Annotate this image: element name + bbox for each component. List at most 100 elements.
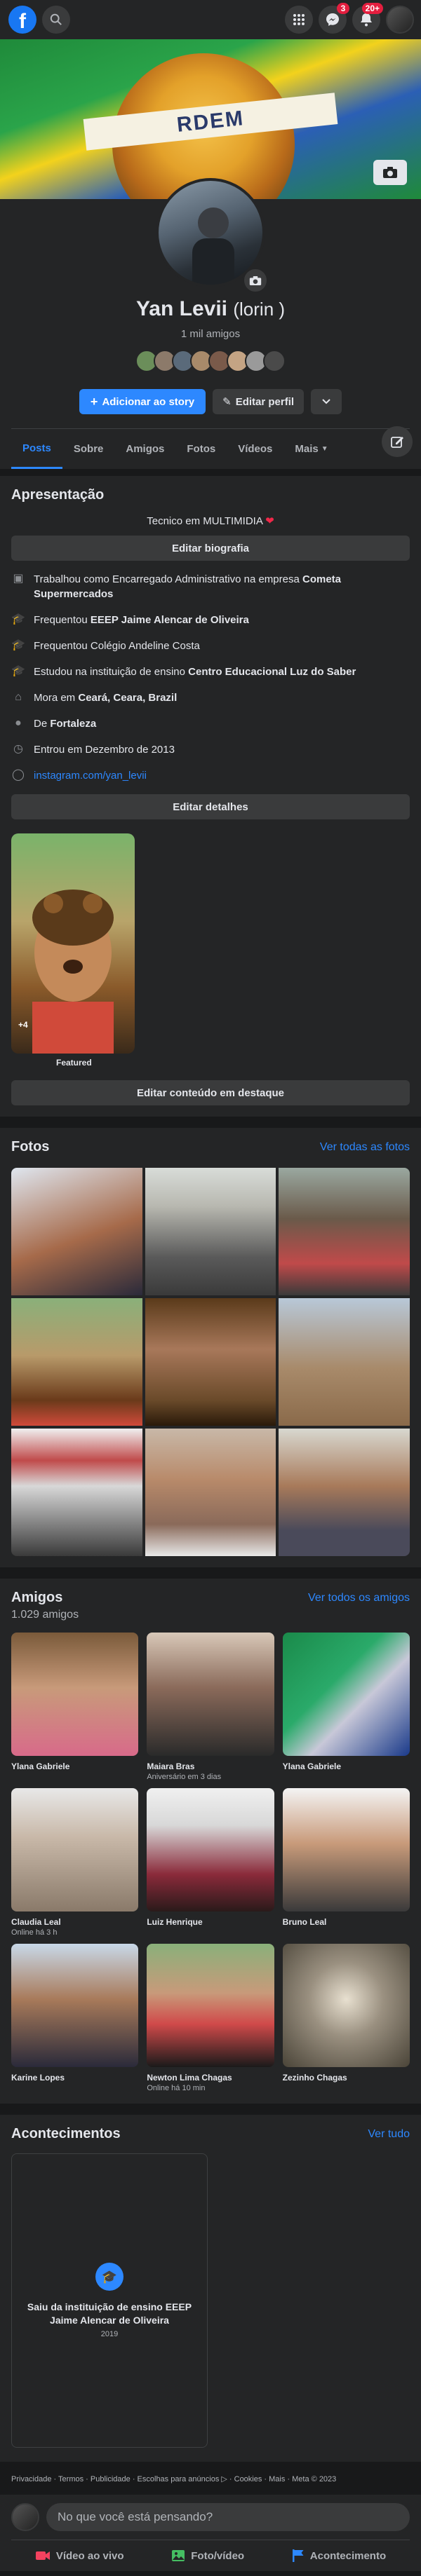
friends-count[interactable]: 1 mil amigos	[0, 328, 421, 340]
search-button[interactable]	[42, 6, 70, 34]
featured-label: Featured	[56, 1058, 92, 1068]
photo-video-button[interactable]: Foto/vídeo	[171, 2549, 244, 2563]
composer-input[interactable]: No que você está pensando?	[46, 2503, 410, 2531]
notifications-button[interactable]: 20+	[352, 3, 383, 34]
life-event-title: Saiu da instituição de ensino EEEP Jaime…	[27, 2301, 192, 2326]
info-education-3: 🎓 Estudou na instituição de ensino Centr…	[11, 665, 410, 679]
intro-card: Apresentação Tecnico em MULTIMIDIA ❤ Edi…	[0, 476, 421, 1117]
graduation-cap-icon: 🎓	[11, 665, 25, 677]
info-from: ● De Fortaleza	[11, 716, 410, 731]
edit-profile-button[interactable]: ✎ Editar perfil	[213, 389, 305, 414]
photo-thumbnail[interactable]	[11, 1429, 142, 1556]
friend-name: Karine Lopes	[11, 2073, 65, 2083]
friend-avatar-stack[interactable]	[0, 350, 421, 372]
photo-thumbnail[interactable]	[279, 1429, 410, 1556]
friends-header: Amigos Ver todos os amigos	[11, 1590, 410, 1606]
see-all-friends-link[interactable]: Ver todos os amigos	[308, 1592, 410, 1604]
clock-icon: ◷	[13, 743, 23, 755]
profile-header: RDEM Yan Levii (lorin ) 1 mil amigos + A…	[0, 39, 421, 469]
info-instagram: ◯ instagram.com/yan_levii	[11, 768, 410, 783]
photo-thumbnail[interactable]	[11, 1168, 142, 1295]
edit-profile-picture-button[interactable]	[243, 268, 268, 293]
photo-thumbnail[interactable]	[279, 1168, 410, 1295]
tab-posts[interactable]: Posts	[11, 429, 62, 469]
photo-thumbnail[interactable]	[145, 1168, 276, 1295]
friend-card[interactable]: Bruno Leal	[282, 1788, 410, 1937]
info-education-2: 🎓 Frequentou Colégio Andeline Costa	[11, 639, 410, 653]
menu-button[interactable]	[285, 6, 313, 34]
more-options-button[interactable]	[311, 389, 342, 414]
caret-down-icon: ▼	[321, 445, 328, 453]
instagram-link[interactable]: instagram.com/yan_levii	[34, 768, 147, 783]
live-video-button[interactable]: Vídeo ao vivo	[35, 2549, 124, 2563]
friend-card[interactable]: Karine Lopes	[11, 1944, 139, 2092]
profile-name: Yan Levii (lorin )	[0, 297, 421, 321]
composer-actions: Vídeo ao vivo Foto/vídeo Acontecimento	[11, 2540, 410, 2563]
info-text: Trabalhou como Encarregado Administrativ…	[34, 573, 341, 600]
composer-avatar[interactable]	[11, 2503, 39, 2531]
photo-icon	[172, 2550, 185, 2561]
info-text: Entrou em Dezembro de 2013	[34, 744, 175, 756]
friends-card: Amigos Ver todos os amigos 1.029 amigos …	[0, 1579, 421, 2104]
life-event-button[interactable]: Acontecimento	[292, 2549, 386, 2563]
bell-icon	[361, 13, 372, 27]
friend-name: Claudia Leal	[11, 1917, 61, 1927]
graduation-cap-icon: 🎓	[11, 613, 25, 625]
tab-friends[interactable]: Amigos	[114, 429, 175, 469]
messenger-icon	[326, 13, 339, 26]
add-to-story-button[interactable]: + Adicionar ao story	[79, 389, 206, 414]
add-to-story-label: Adicionar ao story	[102, 395, 195, 408]
photos-header: Fotos Ver todas as fotos	[11, 1139, 410, 1155]
info-lives-in: ⌂ Mora em Ceará, Ceara, Brazil	[11, 690, 410, 705]
friend-card[interactable]: Newton Lima Chagas Online há 10 min	[147, 1944, 274, 2092]
friend-name: Luiz Henrique	[147, 1917, 203, 1927]
facebook-logo[interactable]: f	[8, 6, 36, 34]
tab-photos[interactable]: Fotos	[175, 429, 227, 469]
footer-links[interactable]: Privacidade · Termos · Publicidade · Esc…	[0, 2462, 421, 2490]
life-event-year: 2019	[100, 2330, 119, 2338]
edit-featured-button[interactable]: Editar conteúdo em destaque	[11, 1080, 410, 1105]
tab-more[interactable]: Mais ▼	[283, 429, 339, 469]
friend-card[interactable]: Zezinho Chagas	[282, 1944, 410, 2092]
friend-name: Newton Lima Chagas	[147, 2073, 232, 2083]
see-all-photos-link[interactable]: Ver todas as fotos	[320, 1141, 410, 1154]
compose-post-button[interactable]	[382, 426, 413, 457]
tab-about[interactable]: Sobre	[62, 429, 115, 469]
video-camera-icon	[35, 2551, 50, 2560]
friend-card[interactable]: Luiz Henrique	[147, 1788, 274, 1937]
friend-card[interactable]: Ylana Gabriele	[11, 1633, 139, 1781]
see-all-events-link[interactable]: Ver tudo	[368, 2128, 410, 2141]
friend-card[interactable]: Claudia Leal Online há 3 h	[11, 1788, 139, 1937]
friend-card[interactable]: Ylana Gabriele	[282, 1633, 410, 1781]
photo-thumbnail[interactable]	[145, 1298, 276, 1426]
life-event-label: Acontecimento	[309, 2549, 387, 2562]
edit-bio-button[interactable]: Editar biografia	[11, 536, 410, 561]
photo-thumbnail[interactable]	[11, 1298, 142, 1426]
friend-name: Maiara Bras	[147, 1761, 195, 1771]
photo-thumbnail[interactable]	[279, 1298, 410, 1426]
friend-photo	[11, 1944, 139, 2067]
life-event-card[interactable]: 🎓 Saiu da instituição de ensino EEEP Jai…	[11, 2153, 208, 2448]
friend-photo	[11, 1633, 139, 1756]
events-card: Acontecimentos Ver tudo 🎓 Saiu da instit…	[0, 2115, 421, 2462]
tab-videos[interactable]: Vídeos	[227, 429, 283, 469]
grid-menu-icon	[293, 14, 305, 25]
profile-display-name: Yan Levii	[135, 297, 228, 320]
edit-cover-button[interactable]	[373, 160, 407, 185]
featured-story[interactable]: +4	[11, 833, 135, 1054]
messenger-button[interactable]: 3	[319, 3, 349, 34]
account-avatar[interactable]	[386, 6, 414, 34]
photo-thumbnail[interactable]	[145, 1429, 276, 1556]
info-text: Frequentou EEEP Jaime Alencar de Oliveir…	[34, 614, 249, 626]
bio-text: Tecnico em MULTIMIDIA ❤	[11, 514, 410, 527]
friends-grid: Ylana Gabriele Maiara Bras Aniversário e…	[11, 1633, 410, 2092]
top-bar: f 3 20+	[0, 0, 421, 39]
briefcase-icon: ▣	[13, 573, 24, 585]
info-joined: ◷ Entrou em Dezembro de 2013	[11, 742, 410, 757]
cover-photo[interactable]: RDEM	[0, 39, 421, 199]
edit-details-button[interactable]: Editar detalhes	[11, 794, 410, 819]
pencil-icon: ✎	[222, 396, 232, 408]
friend-card[interactable]: Maiara Bras Aniversário em 3 dias	[147, 1633, 274, 1781]
edit-profile-label: Editar perfil	[235, 395, 295, 408]
friend-status: Online há 3 h	[11, 1928, 58, 1937]
